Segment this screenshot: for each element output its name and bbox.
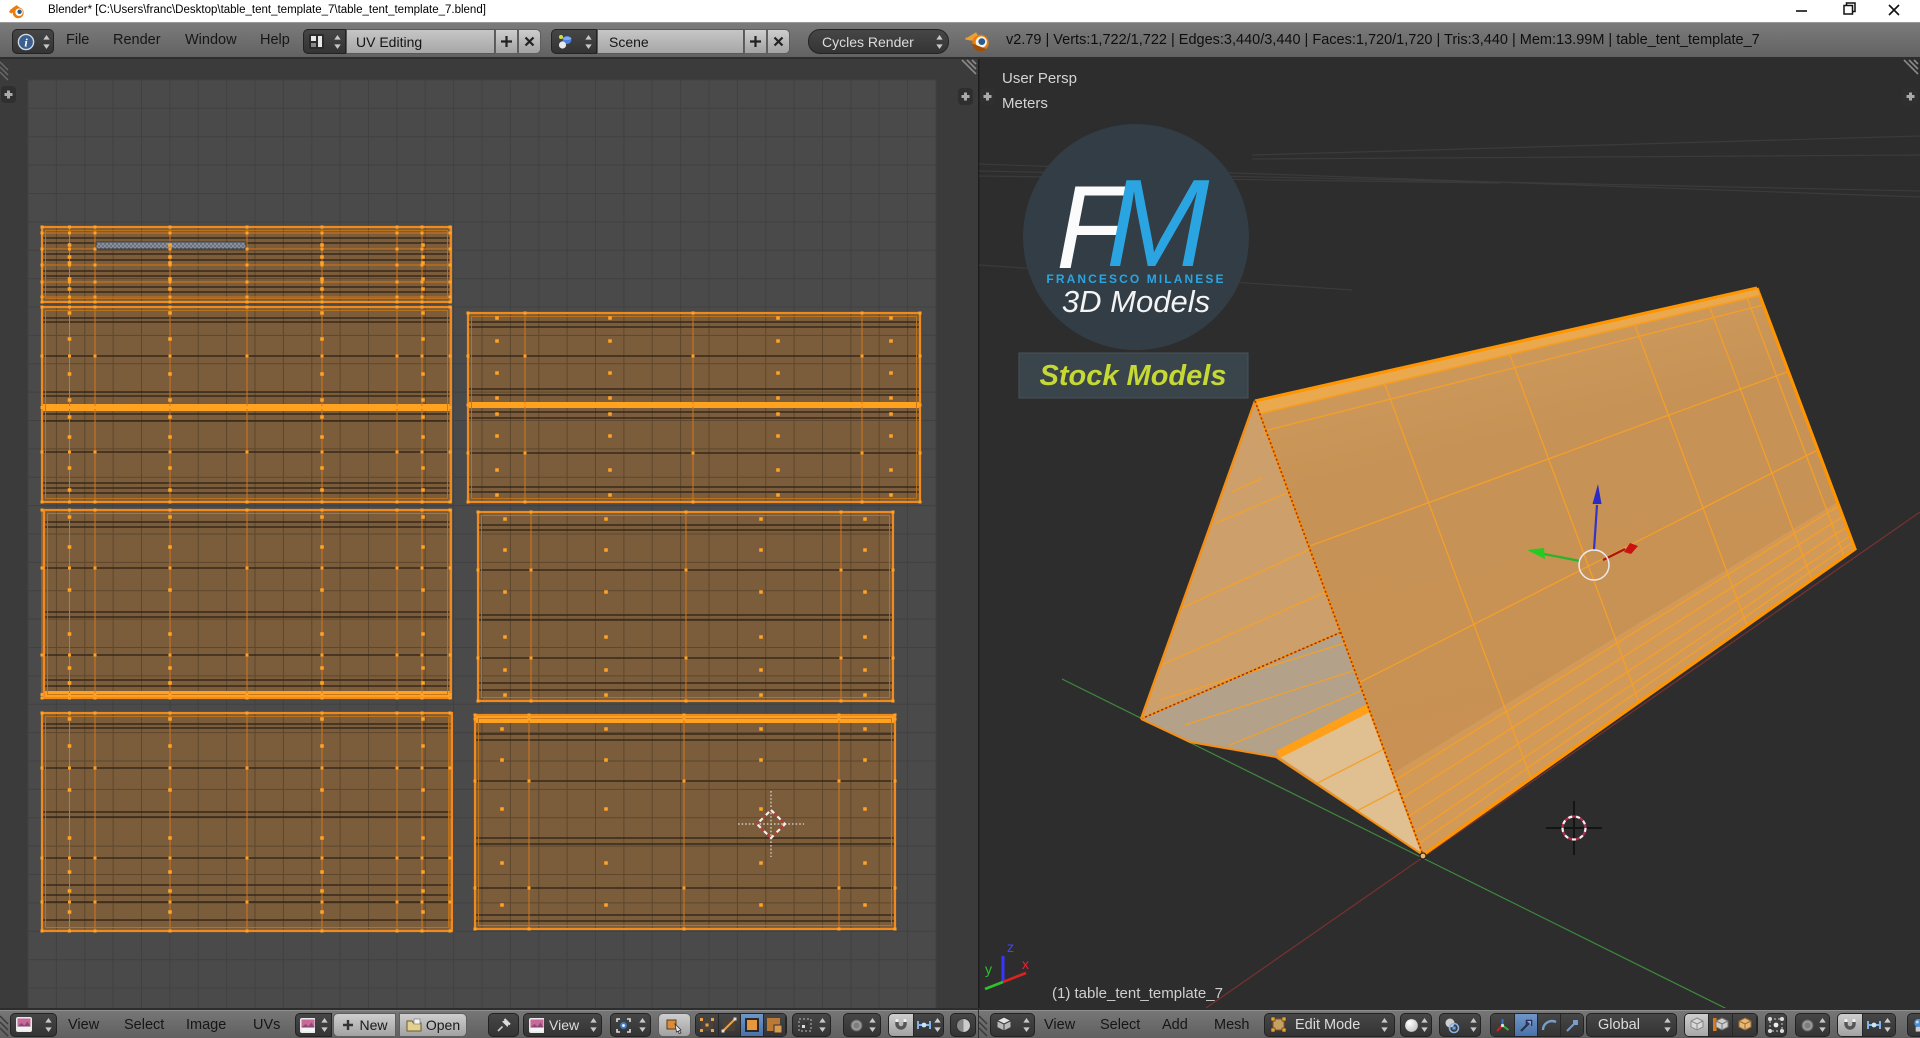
- svg-text:x: x: [1022, 956, 1029, 972]
- svg-text:Meters: Meters: [1002, 95, 1048, 112]
- svg-text:User Persp: User Persp: [1002, 70, 1077, 87]
- svg-text:3D Models: 3D Models: [1062, 284, 1210, 319]
- svg-text:(1) table_tent_template_7: (1) table_tent_template_7: [1052, 985, 1223, 1002]
- svg-text:Stock Models: Stock Models: [1040, 360, 1227, 392]
- svg-text:y: y: [985, 961, 992, 977]
- svg-text:z: z: [1007, 939, 1014, 955]
